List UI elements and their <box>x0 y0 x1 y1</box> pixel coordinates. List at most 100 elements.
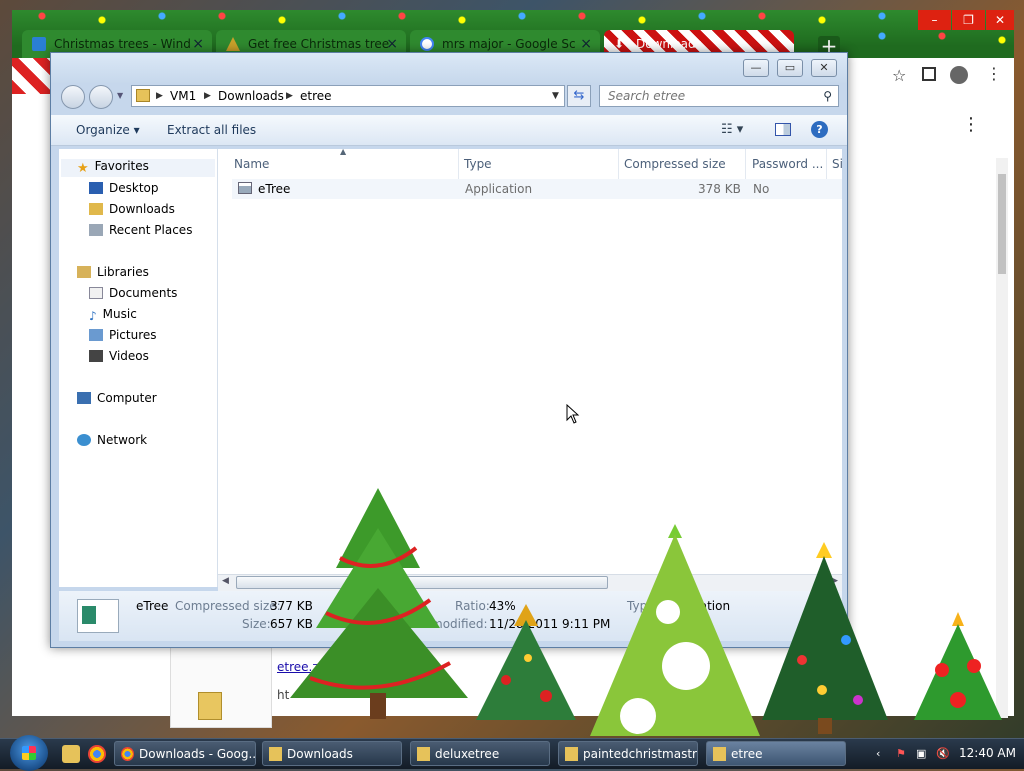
libraries-icon <box>77 266 91 278</box>
refresh-icon: ⇆ <box>573 88 585 103</box>
column-divider[interactable] <box>618 149 619 179</box>
documents-icon <box>89 287 103 299</box>
details-compressed-label: Compressed size: <box>175 599 281 613</box>
download-icon: ⬇ <box>614 37 625 51</box>
folder-icon <box>269 747 282 761</box>
star-icon: ★ <box>77 161 89 176</box>
nav-favorites[interactable]: ★ Favorites <box>61 159 215 177</box>
network-tray-icon[interactable]: ▣ <box>916 747 928 760</box>
star-icon[interactable]: ☆ <box>892 66 906 85</box>
column-compressed-size[interactable]: Compressed size <box>624 157 726 171</box>
downloads-folder-icon <box>89 203 103 215</box>
refresh-button[interactable]: ⇆ <box>567 85 591 107</box>
nav-recent-places[interactable]: Recent Places <box>89 223 192 237</box>
maximize-button[interactable]: ❐ <box>952 10 985 30</box>
explorer-pinned-icon[interactable] <box>62 745 80 763</box>
nav-documents[interactable]: Documents <box>89 286 177 300</box>
zip-folder-icon <box>713 747 726 761</box>
table-row[interactable]: eTree Application 378 KB No <box>232 179 842 199</box>
breadcrumb-separator-icon: ▶ <box>286 91 293 101</box>
christmas-tree-decoration <box>914 612 1002 720</box>
column-divider[interactable] <box>458 149 459 179</box>
chrome-pinned-icon[interactable] <box>88 745 106 763</box>
file-name: eTree <box>258 182 291 196</box>
nav-downloads[interactable]: Downloads <box>89 202 175 216</box>
organize-button[interactable]: Organize ▾ <box>76 123 140 137</box>
avatar[interactable] <box>950 66 968 84</box>
command-bar: Organize ▾ Extract all files ☷ ▾ ? <box>51 115 847 146</box>
breadcrumb-etree[interactable]: etree <box>300 89 332 103</box>
videos-icon <box>89 350 103 362</box>
breadcrumb-separator-icon: ▶ <box>156 91 163 101</box>
menu-dots-icon[interactable]: ⋮ <box>962 114 980 135</box>
forward-button[interactable] <box>89 85 113 109</box>
recent-pages-dropdown[interactable]: ▼ <box>117 91 123 100</box>
folder-icon <box>136 89 150 102</box>
sort-arrow-icon: ▲ <box>340 147 347 156</box>
christmas-tree-decoration <box>290 488 468 719</box>
music-icon: ♪ <box>89 309 97 323</box>
column-name[interactable]: Name <box>234 157 269 171</box>
column-type[interactable]: Type <box>464 157 492 171</box>
pictures-icon <box>89 329 103 341</box>
chrome-icon <box>121 747 134 761</box>
preview-pane-icon[interactable] <box>775 123 791 136</box>
zip-folder-icon <box>417 747 430 761</box>
menu-icon[interactable]: ⋮ <box>986 64 1002 83</box>
search-box[interactable]: ⚲ <box>599 85 839 107</box>
nav-desktop[interactable]: Desktop <box>89 181 159 195</box>
show-hidden-icons-icon[interactable]: ‹ <box>876 747 888 760</box>
minimize-button[interactable]: – <box>918 10 951 30</box>
taskbar-item-downloads[interactable]: Downloads <box>262 741 402 766</box>
christmas-tree-decoration <box>762 542 888 734</box>
explorer-maximize-button[interactable]: ▭ <box>777 59 803 77</box>
recent-places-icon <box>89 224 103 236</box>
taskbar: Downloads - Goog... Downloads deluxetree… <box>0 735 1024 771</box>
breadcrumb-vm1[interactable]: VM1 <box>170 89 196 103</box>
nav-libraries[interactable]: Libraries <box>77 265 149 279</box>
folder-icon <box>198 692 222 720</box>
column-size[interactable]: Si <box>832 157 843 171</box>
navigation-pane: ★ Favorites Desktop Downloads Recent Plac… <box>59 149 218 587</box>
extension-icon[interactable] <box>922 67 936 81</box>
desktop-icon <box>89 182 103 194</box>
taskbar-item-deluxetree[interactable]: deluxetree <box>410 741 550 766</box>
nav-pictures[interactable]: Pictures <box>89 328 157 342</box>
explorer-close-button[interactable]: ✕ <box>811 59 837 77</box>
search-icon[interactable]: ⚲ <box>823 89 832 103</box>
file-thumbnail <box>77 599 119 633</box>
column-divider[interactable] <box>745 149 746 179</box>
page-scrollbar-thumb[interactable] <box>998 174 1006 274</box>
column-divider[interactable] <box>826 149 827 179</box>
close-button[interactable]: ✕ <box>986 10 1014 30</box>
mouse-cursor-icon <box>566 404 580 424</box>
taskbar-item-paintedchristmastree[interactable]: paintedchristmastr... <box>558 741 698 766</box>
breadcrumb-separator-icon: ▶ <box>204 91 211 101</box>
file-type: Application <box>465 182 533 196</box>
nav-network[interactable]: Network <box>77 433 147 447</box>
back-button[interactable] <box>61 85 85 109</box>
action-center-icon[interactable]: ⚑ <box>896 747 908 760</box>
column-password[interactable]: Password ... <box>752 157 823 171</box>
christmas-tree-decoration <box>476 604 576 720</box>
nav-computer[interactable]: Computer <box>77 391 157 405</box>
nav-videos[interactable]: Videos <box>89 349 149 363</box>
volume-muted-icon[interactable]: 🔇 <box>936 747 950 760</box>
taskbar-item-etree[interactable]: etree <box>706 741 846 766</box>
start-button[interactable] <box>10 735 48 771</box>
details-size-label: Size: <box>242 617 271 631</box>
nav-music[interactable]: ♪ Music <box>89 307 137 323</box>
tree-icon <box>32 37 46 51</box>
help-icon[interactable]: ? <box>811 121 828 138</box>
search-input[interactable] <box>606 88 820 104</box>
taskbar-item-chrome-downloads[interactable]: Downloads - Goog... <box>114 741 256 766</box>
address-dropdown-icon[interactable]: ▼ <box>552 91 559 101</box>
breadcrumb-downloads[interactable]: Downloads <box>218 89 284 103</box>
extract-all-button[interactable]: Extract all files <box>167 123 256 137</box>
zip-folder-icon <box>565 747 578 761</box>
address-bar[interactable]: ▶ VM1 ▶ Downloads ▶ etree ▼ <box>131 85 565 107</box>
view-options-icon[interactable]: ☷ ▾ <box>721 122 743 137</box>
scroll-left-icon[interactable]: ◀ <box>222 576 229 586</box>
explorer-minimize-button[interactable]: — <box>743 59 769 77</box>
clock[interactable]: 12:40 AM <box>959 746 1016 760</box>
